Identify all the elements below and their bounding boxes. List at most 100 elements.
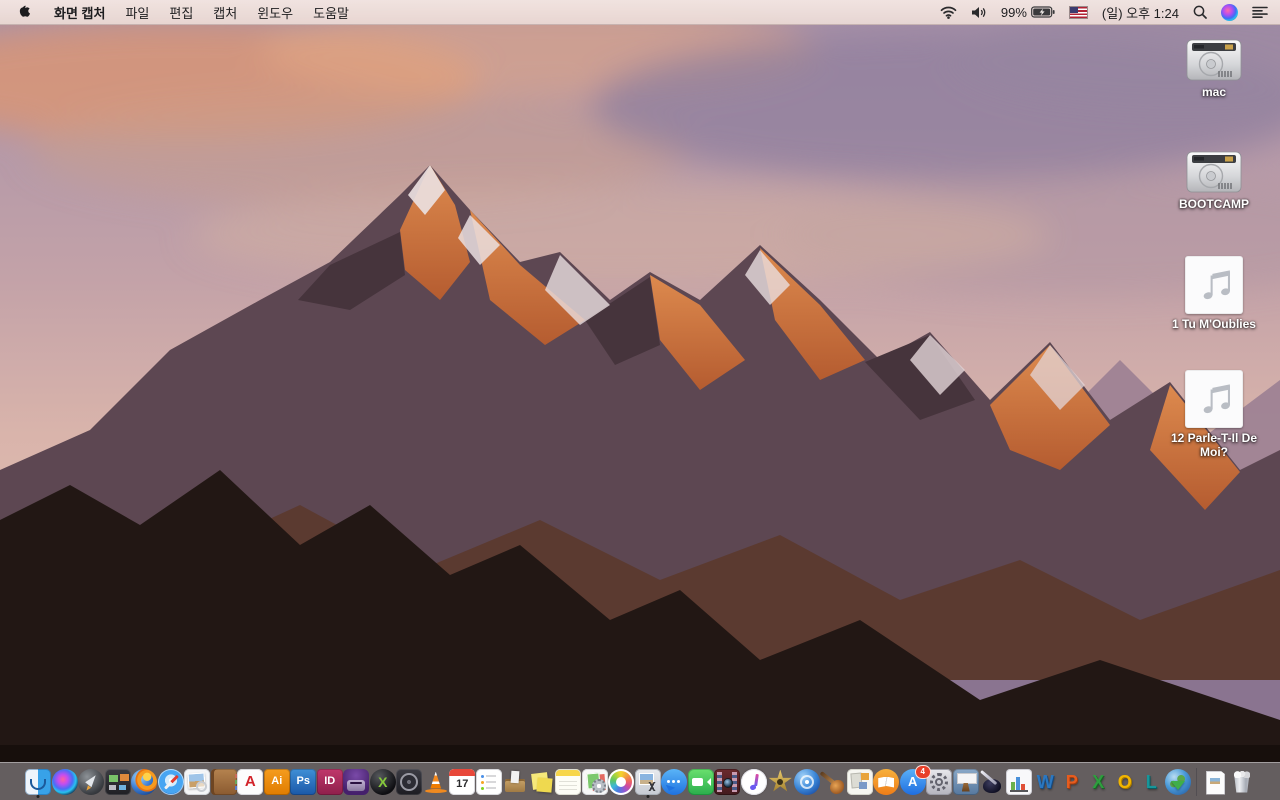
document-file-icon <box>1202 769 1228 795</box>
grab-running-indicator <box>646 795 650 798</box>
itunes-icon <box>740 768 767 795</box>
music-note-icon <box>1185 256 1243 314</box>
menu-file[interactable]: 파일 <box>115 3 159 22</box>
word-icon: W <box>1032 769 1058 795</box>
photo-booth-icon <box>714 768 741 795</box>
dock-icon-photos[interactable] <box>608 764 635 799</box>
photos-icon <box>608 768 635 795</box>
dock-icon-powerpoint[interactable]: P <box>1059 764 1086 799</box>
toast-icon <box>343 768 370 795</box>
globe-download-icon <box>1164 768 1191 795</box>
menu-edit[interactable]: 편집 <box>159 3 203 22</box>
siri-menu-icon[interactable] <box>1221 3 1238 21</box>
powerpoint-icon: P <box>1059 769 1085 795</box>
dock-icon-app-store[interactable]: A4 <box>899 764 931 799</box>
wifi-icon <box>940 6 957 19</box>
dock-icon-photo-booth[interactable] <box>714 764 741 799</box>
illustrator-glyph: Ai <box>271 775 283 787</box>
dock-icon-siri[interactable] <box>51 764 79 799</box>
dock-icon-archive-box[interactable] <box>502 764 529 799</box>
music-note-icon <box>1185 370 1243 428</box>
dock-icon-scrapbook[interactable] <box>846 764 874 799</box>
active-app-menu[interactable]: 화면 캡처 <box>44 3 115 22</box>
dock-icon-launchpad[interactable] <box>78 764 105 799</box>
imovie-icon <box>767 769 793 795</box>
reminders-icon <box>475 768 502 795</box>
dock-icon-itunes[interactable] <box>740 764 768 799</box>
excel-glyph: X <box>1092 771 1105 792</box>
hard-drive-icon <box>1186 39 1242 81</box>
dock-icon-messages[interactable] <box>661 764 688 799</box>
dock-icon-safari[interactable] <box>157 764 185 799</box>
dock-icon-trash-full[interactable] <box>1229 764 1256 799</box>
dock-icon-numbers[interactable] <box>1005 764 1033 799</box>
desktop-icon-music-file-1[interactable]: 1 Tu M'Oublies <box>1166 256 1262 331</box>
notes-icon <box>555 768 582 795</box>
dock-icon-document-file[interactable] <box>1202 764 1229 799</box>
desktop-icon-bootcamp-drive[interactable]: BOOTCAMP <box>1166 150 1262 211</box>
dock-icon-outlook[interactable]: O <box>1112 764 1139 799</box>
dock-icon-lync[interactable]: L <box>1138 764 1165 799</box>
battery-percent: 99% <box>1000 4 1027 20</box>
dock-icon-stickies[interactable] <box>529 764 556 799</box>
dock-icon-disc-reel[interactable] <box>396 764 423 799</box>
desktop-icon-mac-drive[interactable]: mac <box>1166 38 1262 99</box>
launchpad-icon <box>78 768 105 795</box>
dock-icon-mission-control[interactable] <box>104 764 132 799</box>
dock-icon-firefox[interactable] <box>131 764 158 799</box>
dock-icon-keynote[interactable] <box>952 764 980 799</box>
dock-icon-grab[interactable] <box>634 764 662 799</box>
dock-icon-finder[interactable] <box>25 764 52 799</box>
menu-window[interactable]: 윈도우 <box>247 3 303 22</box>
finder-icon <box>25 768 52 795</box>
dock-icon-pages[interactable] <box>979 764 1006 799</box>
word-glyph: W <box>1036 771 1054 792</box>
trash-full-icon <box>1229 769 1255 795</box>
app-store-badge: 4 <box>914 764 931 779</box>
dock-icon-doc-manager[interactable] <box>581 764 609 799</box>
menu-bar-clock[interactable]: (일) 오후 1:24 <box>1102 3 1179 22</box>
desktop-icon-music-file-2[interactable]: 12 Parle-T-Il De Moi? <box>1166 370 1262 460</box>
apple-menu[interactable] <box>0 0 44 24</box>
lync-icon: L <box>1138 769 1164 795</box>
dock-icon-photoshop[interactable]: Ps <box>290 764 317 799</box>
keynote-icon <box>952 768 979 795</box>
dock-icon-globe-download[interactable] <box>1164 764 1192 799</box>
dock-icon-acrobat[interactable]: A <box>237 764 264 799</box>
battery-menu-extra[interactable]: 99% <box>1001 5 1055 20</box>
dock-icon-notes[interactable] <box>555 764 582 799</box>
battery-charging-icon <box>1031 6 1055 18</box>
dock-icon-illustrator[interactable]: Ai <box>263 764 291 799</box>
dock-icon-facetime[interactable] <box>687 764 715 799</box>
dock-icon-vlc[interactable] <box>423 764 450 799</box>
doc-manager-icon <box>581 768 608 795</box>
desktop-icon-label: 12 Parle-T-Il De Moi? <box>1170 431 1258 460</box>
dock-icon-preview[interactable] <box>184 764 211 799</box>
notification-center-toggle[interactable] <box>1252 6 1268 18</box>
dock-icon-word[interactable]: W <box>1032 764 1059 799</box>
apple-logo-icon <box>19 5 30 17</box>
dock: A Ai Ps ID X 17 A 4 W P X O L <box>0 762 1280 800</box>
photoshop-glyph: Ps <box>296 775 310 787</box>
dock-icon-ibooks[interactable] <box>873 764 900 799</box>
input-source-us-flag-icon[interactable] <box>1068 5 1088 19</box>
volume-menu-extra[interactable] <box>971 6 987 19</box>
dock-icon-garageband[interactable] <box>820 764 847 799</box>
preview-icon <box>184 768 211 795</box>
menu-help[interactable]: 도움말 <box>303 3 359 22</box>
dock-icon-dvd-ripper[interactable] <box>793 764 821 799</box>
wifi-menu-extra[interactable] <box>940 6 957 19</box>
dock-icon-indesign[interactable]: ID <box>316 764 344 799</box>
dock-icon-excel[interactable]: X <box>1085 764 1112 799</box>
menu-capture[interactable]: 캡처 <box>203 3 247 22</box>
video-converter-icon: X <box>369 768 396 795</box>
dock-icon-reminders[interactable] <box>475 764 503 799</box>
list-icon <box>1252 6 1268 18</box>
spotlight-menu-extra[interactable] <box>1193 5 1207 19</box>
dock-icon-toast[interactable] <box>343 764 370 799</box>
dock-icon-calendar[interactable]: 17 <box>449 764 476 799</box>
dock-icon-contacts[interactable] <box>210 764 238 799</box>
dock-icon-video-converter[interactable]: X <box>369 764 397 799</box>
dock-icon-imovie[interactable] <box>767 764 794 799</box>
illustrator-icon: Ai <box>263 768 290 795</box>
